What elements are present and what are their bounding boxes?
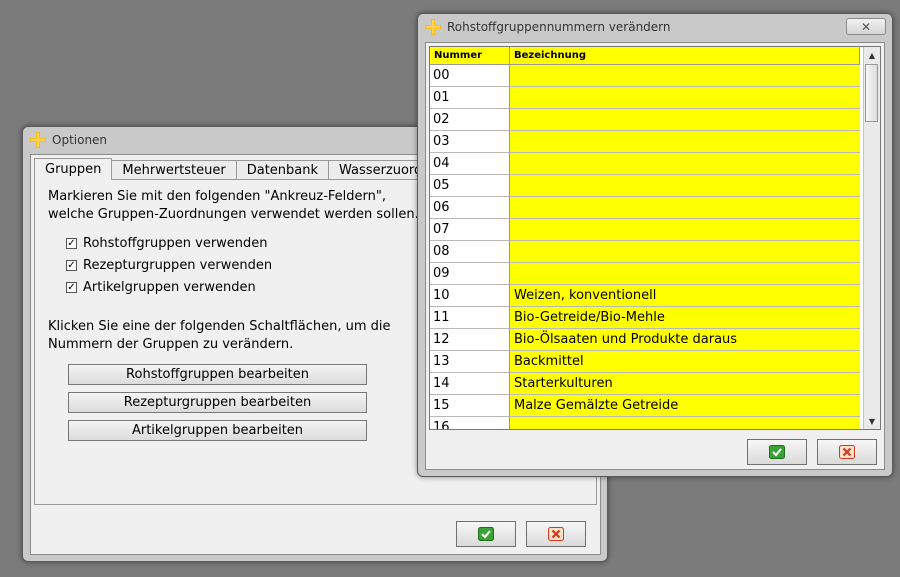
rezepturgruppen-bearbeiten-button[interactable]: Rezepturgruppen bearbeiten	[68, 392, 367, 413]
cell-bezeichnung[interactable]	[510, 241, 860, 263]
cell-bezeichnung[interactable]	[510, 109, 860, 131]
cell-bezeichnung[interactable]	[510, 153, 860, 175]
cell-bezeichnung[interactable]: Bio-Getreide/Bio-Mehle	[510, 307, 860, 329]
scroll-down-icon[interactable]: ▼	[864, 413, 880, 429]
cell-bezeichnung[interactable]	[510, 175, 860, 197]
app-cross-icon	[425, 19, 441, 35]
grid-header: Nummer Bezeichnung	[430, 47, 862, 65]
table-row[interactable]: 06	[430, 197, 862, 219]
cell-bezeichnung[interactable]	[510, 131, 860, 153]
tab-strip: Gruppen Mehrwertsteuer Datenbank Wasserz…	[34, 158, 467, 180]
scroll-thumb[interactable]	[865, 64, 878, 122]
x-icon	[548, 527, 564, 541]
cell-nummer[interactable]: 02	[430, 109, 510, 131]
cell-nummer[interactable]: 12	[430, 329, 510, 351]
cell-nummer[interactable]: 08	[430, 241, 510, 263]
table-row[interactable]: 07	[430, 219, 862, 241]
ok-button[interactable]	[747, 439, 807, 465]
cell-bezeichnung[interactable]: Malze Gemälzte Getreide	[510, 395, 860, 417]
rohstoffgruppen-bearbeiten-button[interactable]: Rohstoffgruppen bearbeiten	[68, 364, 367, 385]
table-row[interactable]: 03	[430, 131, 862, 153]
cell-nummer[interactable]: 16	[430, 417, 510, 429]
table-row[interactable]: 00	[430, 65, 862, 87]
cell-nummer[interactable]: 11	[430, 307, 510, 329]
rohstoffgruppen-window: Rohstoffgruppennummern verändern ✕ Numme…	[417, 13, 893, 477]
close-button[interactable]: ✕	[846, 18, 886, 35]
table-row[interactable]: 04	[430, 153, 862, 175]
close-icon: ✕	[860, 19, 872, 34]
cell-nummer[interactable]: 04	[430, 153, 510, 175]
table-row[interactable]: 08	[430, 241, 862, 263]
table-row[interactable]: 15 Malze Gemälzte Getreide	[430, 395, 862, 417]
tab-gruppen[interactable]: Gruppen	[34, 158, 113, 180]
cell-nummer[interactable]: 05	[430, 175, 510, 197]
cell-bezeichnung[interactable]	[510, 219, 860, 241]
cell-nummer[interactable]: 10	[430, 285, 510, 307]
cell-nummer[interactable]: 03	[430, 131, 510, 153]
cell-bezeichnung[interactable]	[510, 87, 860, 109]
column-header-nummer[interactable]: Nummer	[430, 47, 510, 65]
intro-text-2: welche Gruppen-Zuordnungen verwendet wer…	[48, 207, 419, 222]
scroll-up-icon[interactable]: ▲	[864, 47, 880, 63]
x-icon	[839, 445, 855, 459]
tab-mehrwertsteuer[interactable]: Mehrwertsteuer	[111, 160, 237, 180]
ok-button[interactable]	[456, 521, 516, 547]
window-title: Rohstoffgruppennummern verändern	[447, 20, 671, 34]
grid-rows: 00 01 02 03 04 05 06 07 08 09 10 Weizen, konvention…	[430, 65, 862, 429]
tab-datenbank[interactable]: Datenbank	[235, 160, 330, 180]
cell-bezeichnung[interactable]: Backmittel	[510, 351, 860, 373]
checkbox-label: Rezepturgruppen verwenden	[83, 258, 273, 273]
cell-nummer[interactable]: 06	[430, 197, 510, 219]
cell-nummer[interactable]: 13	[430, 351, 510, 373]
cell-bezeichnung[interactable]: Weizen, konventionell	[510, 285, 860, 307]
rohstoff-body: Nummer Bezeichnung 00 01 02 03 04 05 06 07 08 09 1…	[425, 42, 885, 470]
table-row[interactable]: 10 Weizen, konventionell	[430, 285, 862, 307]
vertical-scrollbar[interactable]: ▲ ▼	[863, 47, 880, 429]
table-row[interactable]: 11 Bio-Getreide/Bio-Mehle	[430, 307, 862, 329]
window-title: Optionen	[52, 133, 108, 147]
gruppen-grid[interactable]: Nummer Bezeichnung 00 01 02 03 04 05 06 07 08 09 1…	[429, 46, 881, 430]
cell-bezeichnung[interactable]: Starterkulturen	[510, 373, 860, 395]
artikelgruppen-bearbeiten-button[interactable]: Artikelgruppen bearbeiten	[68, 420, 367, 441]
cell-nummer[interactable]: 01	[430, 87, 510, 109]
cell-bezeichnung[interactable]	[510, 197, 860, 219]
hint-text-1: Klicken Sie eine der folgenden Schaltflä…	[48, 319, 391, 334]
intro-text-1: Markieren Sie mit den folgenden "Ankreuz…	[48, 189, 387, 204]
app-cross-icon	[30, 132, 46, 148]
table-row[interactable]: 16	[430, 417, 862, 429]
cell-bezeichnung[interactable]	[510, 417, 860, 429]
cell-bezeichnung[interactable]: Bio-Ölsaaten und Produkte daraus	[510, 329, 860, 351]
checkmark-icon	[478, 527, 494, 541]
checkbox-label: Artikelgruppen verwenden	[83, 280, 256, 295]
cell-nummer[interactable]: 07	[430, 219, 510, 241]
checkbox-rohstoffgruppen[interactable]: ✓ Rohstoffgruppen verwenden	[66, 236, 268, 251]
checkbox-label: Rohstoffgruppen verwenden	[83, 236, 268, 251]
table-row[interactable]: 09	[430, 263, 862, 285]
checkmark-icon	[769, 445, 785, 459]
column-header-bezeichnung[interactable]: Bezeichnung	[510, 47, 860, 65]
checkbox-box[interactable]: ✓	[66, 260, 77, 271]
table-row[interactable]: 13 Backmittel	[430, 351, 862, 373]
cell-nummer[interactable]: 15	[430, 395, 510, 417]
cancel-button[interactable]	[817, 439, 877, 465]
table-row[interactable]: 05	[430, 175, 862, 197]
checkbox-box[interactable]: ✓	[66, 282, 77, 293]
table-row[interactable]: 14 Starterkulturen	[430, 373, 862, 395]
table-row[interactable]: 12 Bio-Ölsaaten und Produkte daraus	[430, 329, 862, 351]
cancel-button[interactable]	[526, 521, 586, 547]
cell-bezeichnung[interactable]	[510, 65, 860, 87]
rohstoff-titlebar[interactable]: Rohstoffgruppennummern verändern ✕	[418, 14, 892, 40]
hint-text-2: Nummern der Gruppen zu verändern.	[48, 337, 294, 352]
cell-nummer[interactable]: 14	[430, 373, 510, 395]
cell-bezeichnung[interactable]	[510, 263, 860, 285]
checkbox-box[interactable]: ✓	[66, 238, 77, 249]
checkbox-rezepturgruppen[interactable]: ✓ Rezepturgruppen verwenden	[66, 258, 272, 273]
cell-nummer[interactable]: 09	[430, 263, 510, 285]
cell-nummer[interactable]: 00	[430, 65, 510, 87]
table-row[interactable]: 02	[430, 109, 862, 131]
checkbox-artikelgruppen[interactable]: ✓ Artikelgruppen verwenden	[66, 280, 256, 295]
table-row[interactable]: 01	[430, 87, 862, 109]
